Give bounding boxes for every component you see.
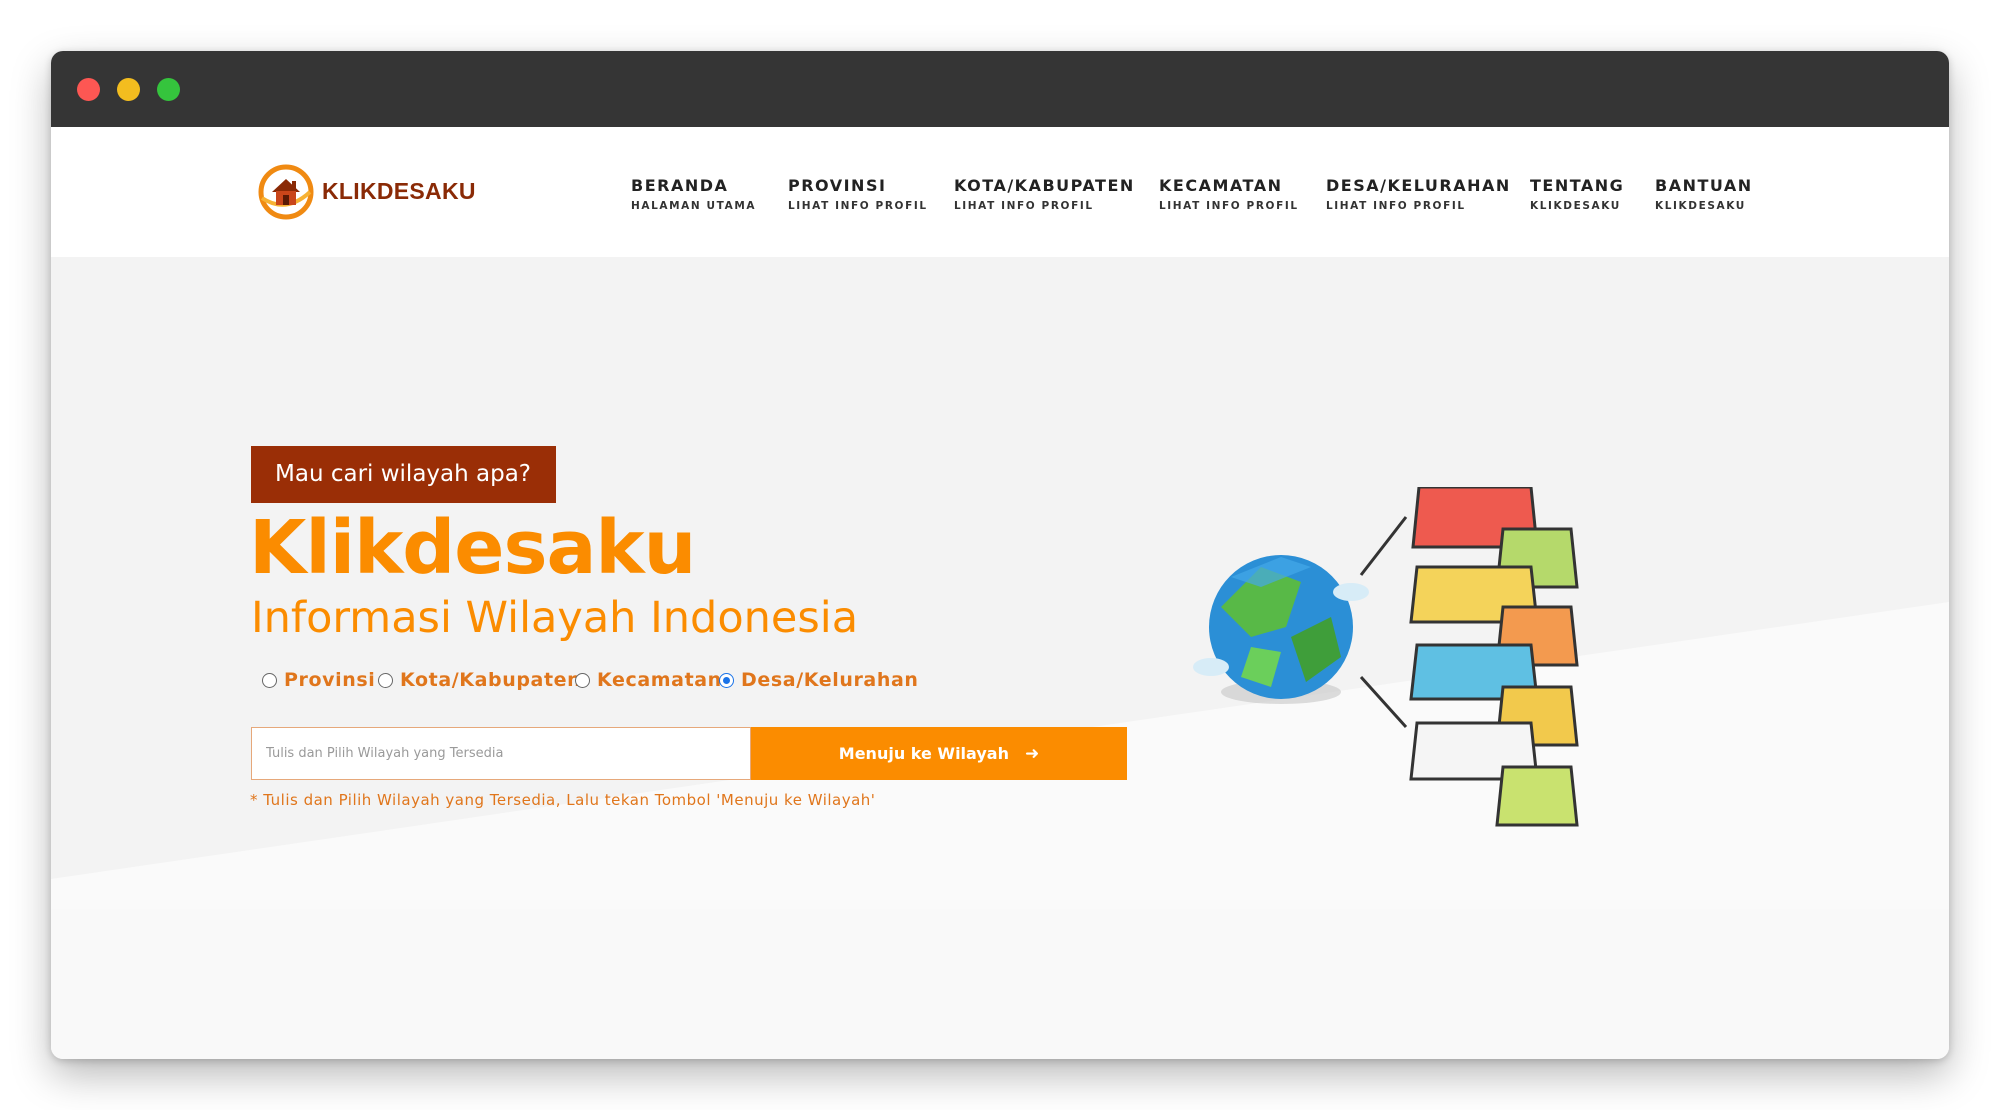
nav-item-sublabel: LIHAT INFO PROFIL	[788, 200, 928, 212]
radio-label: Desa/Kelurahan	[741, 669, 919, 691]
nav-item-bantuan[interactable]: BANTUAN KLIKDESAKU	[1655, 176, 1753, 212]
navbar: KLIKDESAKU BERANDA HALAMAN UTAMA PROVINS…	[51, 127, 1949, 257]
brand-logo[interactable]: KLIKDESAKU	[256, 162, 486, 222]
radio-circle[interactable]	[575, 673, 590, 688]
nav-item-label: BANTUAN	[1655, 176, 1753, 195]
arrow-right-icon: ➜	[1024, 743, 1040, 764]
nav-item-sublabel: LIHAT INFO PROFIL	[1159, 200, 1299, 212]
radio-circle[interactable]	[262, 673, 277, 688]
region-search-input[interactable]	[251, 727, 751, 780]
hero-section: Mau cari wilayah apa? Klikdesaku Informa…	[51, 257, 1949, 909]
window-titlebar	[51, 51, 1949, 127]
globe-maps-illustration	[1193, 487, 1579, 827]
browser-window: KLIKDESAKU BERANDA HALAMAN UTAMA PROVINS…	[51, 51, 1949, 1059]
nav-item-label: PROVINSI	[788, 176, 887, 195]
nav-item-provinsi[interactable]: PROVINSI LIHAT INFO PROFIL	[788, 176, 928, 212]
house-logo-icon	[258, 164, 314, 220]
brand-name: KLIKDESAKU	[322, 178, 476, 204]
radio-label: Provinsi	[284, 669, 376, 691]
nav-item-sublabel: HALAMAN UTAMA	[631, 200, 757, 212]
search-hint: * Tulis dan Pilih Wilayah yang Tersedia,…	[250, 791, 876, 809]
nav-item-label: KOTA/KABUPATEN	[954, 176, 1135, 195]
close-window-button[interactable]	[77, 78, 100, 101]
search-prompt-badge: Mau cari wilayah apa?	[251, 446, 556, 503]
nav-item-label: TENTANG	[1530, 176, 1625, 195]
nav-item-label: BERANDA	[631, 176, 729, 195]
nav-item-beranda[interactable]: BERANDA HALAMAN UTAMA	[631, 176, 756, 212]
button-label: Menuju ke Wilayah	[838, 743, 1009, 763]
nav-item-desa-kelurahan[interactable]: DESA/KELURAHAN LIHAT INFO PROFIL	[1326, 176, 1511, 212]
nav-item-sublabel: KLIKDESAKU	[1655, 200, 1746, 212]
radio-circle-checked[interactable]	[719, 673, 734, 688]
nav-item-sublabel: KLIKDESAKU	[1530, 200, 1621, 212]
nav-item-sublabel: LIHAT INFO PROFIL	[1326, 200, 1466, 212]
radio-label: Kota/Kabupaten	[400, 669, 582, 691]
website: KLIKDESAKU BERANDA HALAMAN UTAMA PROVINS…	[51, 127, 1949, 1059]
hero-title: Klikdesaku	[249, 505, 696, 591]
maximize-window-button[interactable]	[157, 78, 180, 101]
nav-item-kota-kabupaten[interactable]: KOTA/KABUPATEN LIHAT INFO PROFIL	[954, 176, 1135, 212]
radio-label: Kecamatan	[597, 669, 722, 691]
go-to-region-button[interactable]: Menuju ke Wilayah ➜	[751, 727, 1127, 780]
radio-circle[interactable]	[378, 673, 393, 688]
nav-item-label: KECAMATAN	[1159, 176, 1283, 195]
nav-item-tentang[interactable]: TENTANG KLIKDESAKU	[1530, 176, 1624, 212]
hero-subtitle: Informasi Wilayah Indonesia	[251, 593, 859, 643]
minimize-window-button[interactable]	[117, 78, 140, 101]
nav-item-kecamatan[interactable]: KECAMATAN LIHAT INFO PROFIL	[1159, 176, 1299, 212]
nav-item-label: DESA/KELURAHAN	[1326, 176, 1511, 195]
nav-item-sublabel: LIHAT INFO PROFIL	[954, 200, 1094, 212]
